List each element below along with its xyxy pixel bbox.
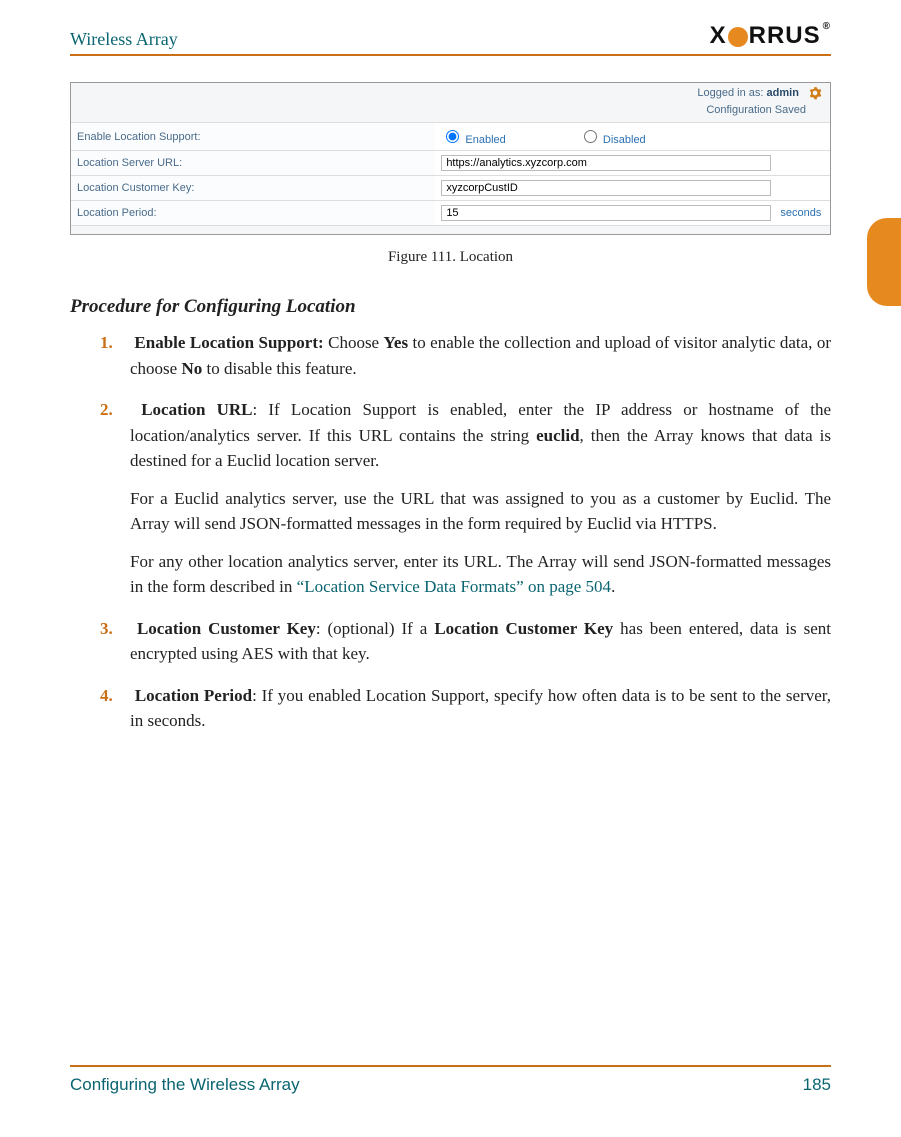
page-number: 185 bbox=[803, 1075, 831, 1095]
figure-caption: Figure 111. Location bbox=[70, 249, 831, 266]
step3-title: Location Customer Key bbox=[137, 619, 316, 638]
brand-logo: X RRUS ® bbox=[710, 22, 831, 50]
thumb-tab bbox=[867, 218, 901, 306]
step4-title: Location Period bbox=[135, 686, 252, 705]
cross-ref-link[interactable]: “Location Service Data Formats” on page … bbox=[297, 577, 611, 596]
step-4: Location Period: If you enabled Location… bbox=[130, 683, 831, 734]
enabled-option[interactable]: Enabled bbox=[441, 134, 509, 146]
location-period-input[interactable] bbox=[441, 205, 771, 221]
enable-location-label: Enable Location Support: bbox=[71, 123, 435, 151]
registered-mark: ® bbox=[823, 21, 831, 32]
disabled-radio[interactable] bbox=[584, 130, 597, 143]
disabled-option[interactable]: Disabled bbox=[579, 134, 646, 146]
step2-para2: For a Euclid analytics server, use the U… bbox=[130, 486, 831, 537]
location-period-label: Location Period: bbox=[71, 201, 435, 226]
step-2: Location URL: If Location Support is ena… bbox=[130, 397, 831, 600]
location-url-input[interactable] bbox=[441, 155, 771, 171]
logged-in-label: Logged in as: bbox=[697, 87, 766, 99]
config-saved-label: Configuration Saved bbox=[71, 102, 830, 122]
period-unit: seconds bbox=[780, 207, 821, 219]
enabled-radio[interactable] bbox=[446, 130, 459, 143]
enabled-radio-label: Enabled bbox=[465, 134, 505, 146]
location-key-label: Location Customer Key: bbox=[71, 176, 435, 201]
enable-location-cell: Enabled Disabled bbox=[435, 123, 830, 151]
step-1: Enable Location Support: Choose Yes to e… bbox=[130, 330, 831, 381]
brand-dot-icon bbox=[728, 27, 748, 47]
page-header: Wireless Array X RRUS ® bbox=[70, 22, 831, 56]
panel-footer-bar bbox=[71, 225, 830, 234]
step2-title: Location URL bbox=[141, 400, 252, 419]
disabled-radio-label: Disabled bbox=[603, 134, 646, 146]
location-url-label: Location Server URL: bbox=[71, 151, 435, 176]
config-screenshot: Logged in as: admin Configuration Saved … bbox=[70, 82, 831, 235]
gear-icon[interactable] bbox=[808, 86, 822, 100]
step-3: Location Customer Key: (optional) If a L… bbox=[130, 616, 831, 667]
footer-section-title: Configuring the Wireless Array bbox=[70, 1075, 300, 1095]
logged-in-user: admin bbox=[767, 87, 799, 99]
procedure-list: Enable Location Support: Choose Yes to e… bbox=[70, 330, 831, 734]
step1-title: Enable Location Support: bbox=[134, 333, 323, 352]
brand-text-x: X bbox=[710, 22, 727, 50]
brand-text-rrus: RRUS bbox=[749, 22, 821, 50]
section-title: Procedure for Configuring Location bbox=[0, 296, 831, 318]
header-title: Wireless Array bbox=[70, 29, 178, 50]
location-key-input[interactable] bbox=[441, 180, 771, 196]
status-bar: Logged in as: admin bbox=[71, 83, 830, 102]
step2-para3: For any other location analytics server,… bbox=[130, 549, 831, 600]
page-footer: Configuring the Wireless Array 185 bbox=[70, 1065, 831, 1095]
